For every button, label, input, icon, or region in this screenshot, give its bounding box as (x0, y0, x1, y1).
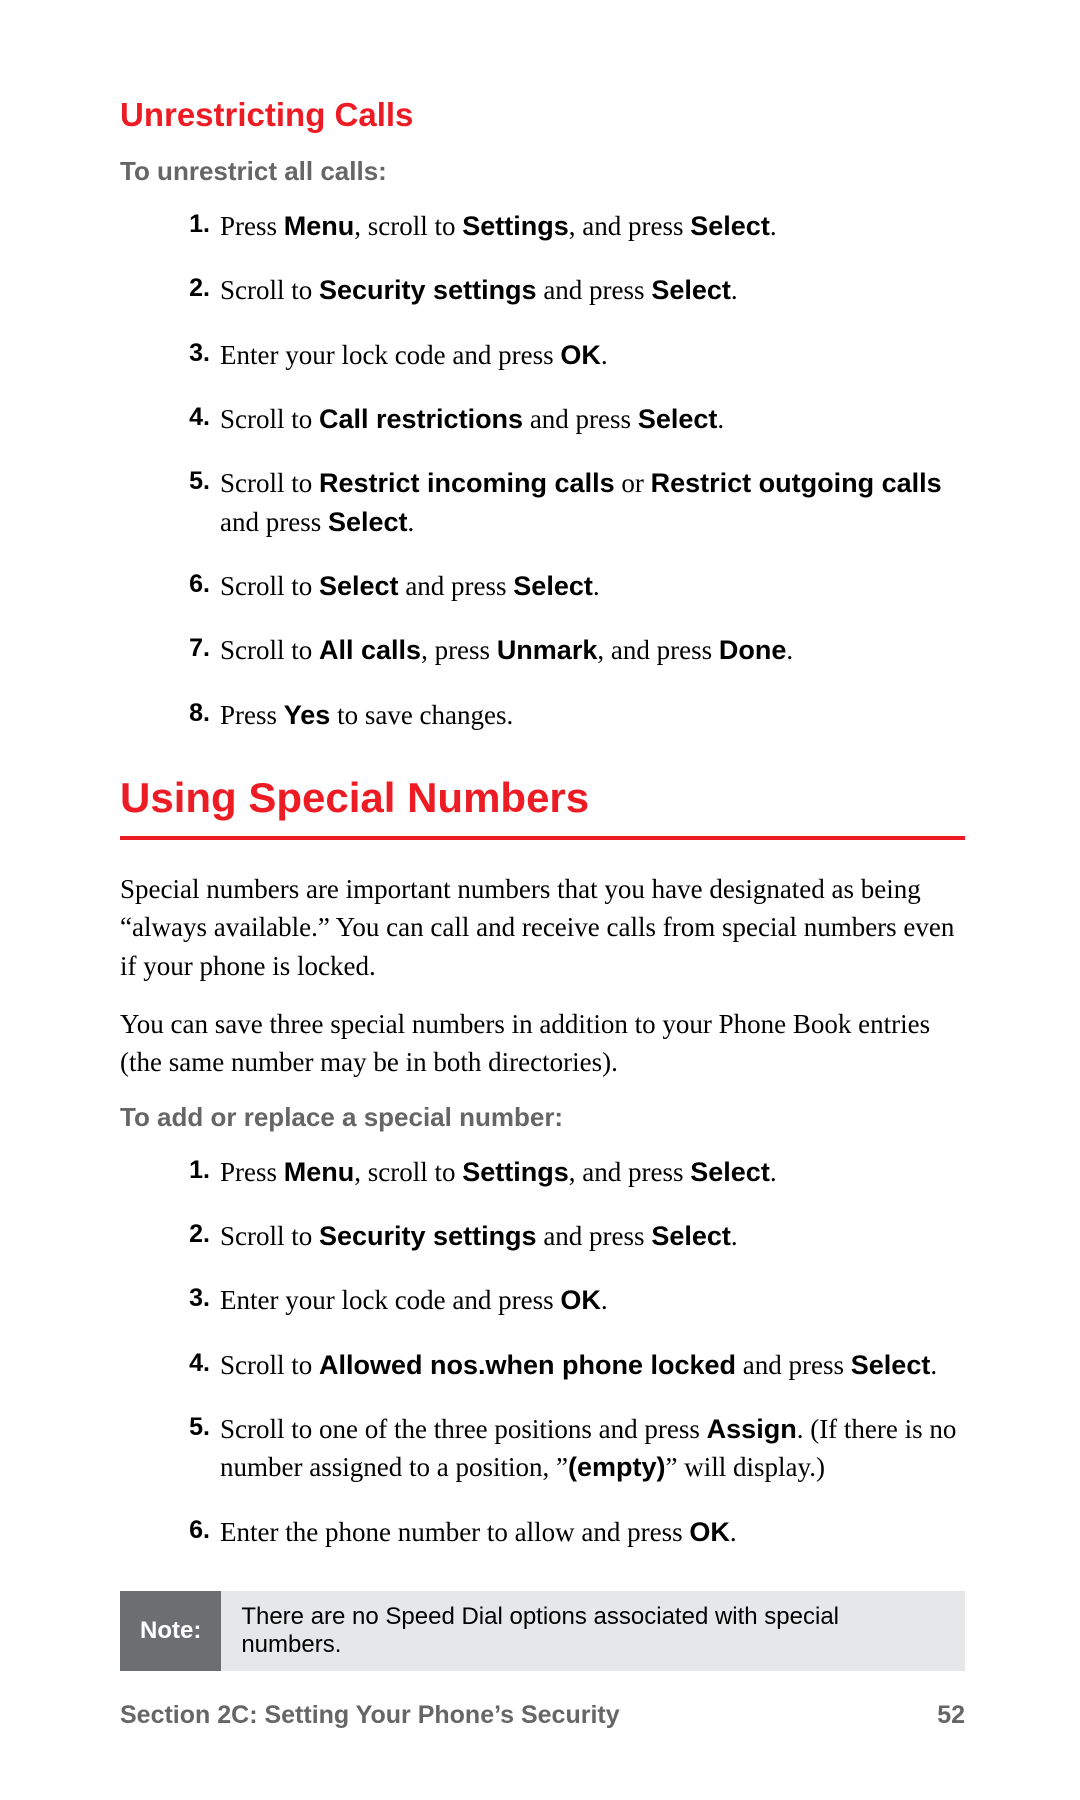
step-item: Scroll to Allowed nos.when phone locked … (180, 1346, 965, 1384)
note-box: Note: There are no Speed Dial options as… (120, 1591, 965, 1671)
heading-unrestricting-calls: Unrestricting Calls (120, 96, 965, 134)
kw: OK (689, 1517, 730, 1547)
t: Scroll to (220, 275, 319, 305)
t: . (731, 275, 738, 305)
step-item: Scroll to Security settings and press Se… (180, 1217, 965, 1255)
kw: Yes (284, 700, 331, 730)
kw: Assign (707, 1414, 797, 1444)
t: . (601, 340, 608, 370)
step-item: Press Menu, scroll to Settings, and pres… (180, 207, 965, 245)
kw: Settings (462, 211, 569, 241)
t: to save changes. (330, 700, 513, 730)
footer-section: Section 2C: Setting Your Phone’s Securit… (120, 1701, 620, 1730)
t: Press (220, 700, 284, 730)
t: Scroll to (220, 1350, 319, 1380)
lead-add-special: To add or replace a special number: (120, 1102, 965, 1133)
t: , and press (569, 1157, 690, 1187)
kw: Menu (284, 1157, 355, 1187)
t: Enter your lock code and press (220, 1285, 560, 1315)
note-body: There are no Speed Dial options associat… (221, 1591, 965, 1671)
kw: Select (328, 507, 408, 537)
kw: Allowed nos.when phone locked (319, 1350, 736, 1380)
t: Scroll to (220, 404, 319, 434)
step-item: Scroll to Security settings and press Se… (180, 271, 965, 309)
t: . (730, 1517, 737, 1547)
kw: Select (690, 1157, 770, 1187)
kw: Select (651, 1221, 731, 1251)
t: Scroll to (220, 1221, 319, 1251)
kw: Menu (284, 211, 355, 241)
step-item: Scroll to Call restrictions and press Se… (180, 400, 965, 438)
kw: Select (690, 211, 770, 241)
t: Scroll to (220, 635, 319, 665)
special-intro-1: Special numbers are important numbers th… (120, 870, 965, 985)
t: . (717, 404, 724, 434)
kw: Security settings (319, 275, 537, 305)
t: and press (537, 275, 652, 305)
page-footer: Section 2C: Setting Your Phone’s Securit… (120, 1701, 965, 1730)
t: and press (523, 404, 638, 434)
step-item: Press Menu, scroll to Settings, and pres… (180, 1153, 965, 1191)
kw: Select (651, 275, 731, 305)
t: Press (220, 211, 284, 241)
t: ” will display.) (665, 1452, 824, 1482)
steps-unrestrict: Press Menu, scroll to Settings, and pres… (120, 207, 965, 734)
red-rule (120, 836, 965, 840)
step-item: Enter the phone number to allow and pres… (180, 1513, 965, 1551)
t: and press (736, 1350, 851, 1380)
kw: Done (719, 635, 787, 665)
t: and press (537, 1221, 652, 1251)
t: or (615, 468, 651, 498)
t: , scroll to (354, 211, 462, 241)
special-intro-2: You can save three special numbers in ad… (120, 1005, 965, 1082)
t: Scroll to one of the three positions and… (220, 1414, 707, 1444)
note-label: Note: (120, 1591, 221, 1671)
kw: OK (560, 1285, 601, 1315)
step-item: Enter your lock code and press OK. (180, 336, 965, 374)
kw: Restrict incoming calls (319, 468, 615, 498)
step-item: Enter your lock code and press OK. (180, 1281, 965, 1319)
kw: Call restrictions (319, 404, 523, 434)
t: Scroll to (220, 571, 319, 601)
step-item: Scroll to Select and press Select. (180, 567, 965, 605)
t: Enter the phone number to allow and pres… (220, 1517, 689, 1547)
t: and press (220, 507, 328, 537)
step-item: Scroll to one of the three positions and… (180, 1410, 965, 1487)
t: . (930, 1350, 937, 1380)
t: . (770, 211, 777, 241)
t: Press (220, 1157, 284, 1187)
kw: Select (638, 404, 718, 434)
t: . (770, 1157, 777, 1187)
kw: All calls (319, 635, 421, 665)
kw: Restrict outgoing calls (651, 468, 942, 498)
lead-unrestrict-all: To unrestrict all calls: (120, 156, 965, 187)
steps-special: Press Menu, scroll to Settings, and pres… (120, 1153, 965, 1551)
t: , and press (569, 211, 690, 241)
t: , scroll to (354, 1157, 462, 1187)
kw: Select (319, 571, 399, 601)
t: . (601, 1285, 608, 1315)
step-item: Scroll to All calls, press Unmark, and p… (180, 631, 965, 669)
step-item: Press Yes to save changes. (180, 696, 965, 734)
kw: (empty) (568, 1452, 666, 1482)
kw: Select (513, 571, 593, 601)
t: Scroll to (220, 468, 319, 498)
t: Enter your lock code and press (220, 340, 560, 370)
kw: Security settings (319, 1221, 537, 1251)
t: . (408, 507, 415, 537)
kw: Settings (462, 1157, 569, 1187)
kw: Unmark (497, 635, 598, 665)
step-item: Scroll to Restrict incoming calls or Res… (180, 464, 965, 541)
t: , press (421, 635, 497, 665)
heading-using-special-numbers: Using Special Numbers (120, 774, 965, 822)
t: , and press (597, 635, 718, 665)
t: and press (399, 571, 514, 601)
kw: OK (560, 340, 601, 370)
page: Unrestricting Calls To unrestrict all ca… (0, 0, 1080, 1800)
t: . (731, 1221, 738, 1251)
t: . (593, 571, 600, 601)
footer-page-number: 52 (937, 1701, 965, 1730)
kw: Select (851, 1350, 931, 1380)
t: . (786, 635, 793, 665)
